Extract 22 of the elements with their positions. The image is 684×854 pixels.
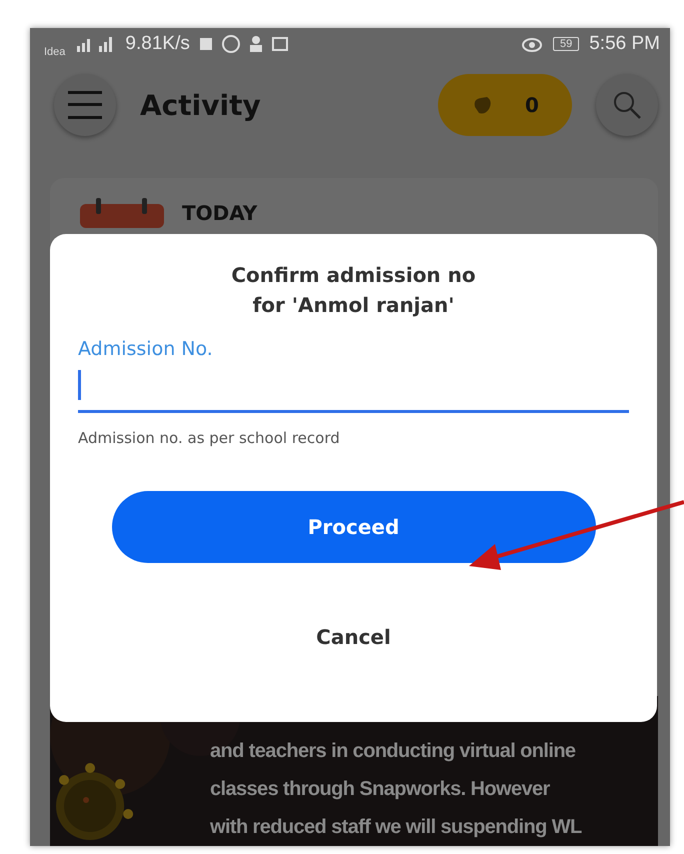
menu-button[interactable] (54, 74, 116, 136)
cancel-button[interactable]: Cancel (300, 617, 407, 657)
search-button[interactable] (596, 74, 658, 136)
dialog-title: Confirm admission no for 'Anmol ranjan' (230, 262, 477, 319)
proceed-button[interactable]: Proceed (112, 491, 596, 563)
banner-text: classes through Snapworks. However (210, 777, 551, 802)
eye-icon (520, 36, 543, 52)
field-label: Admission No. (78, 338, 213, 360)
helper-text: Admission no. as per school record (78, 429, 340, 447)
clock: 5:56 PM (589, 33, 660, 55)
claps-button[interactable]: 0 (438, 74, 572, 136)
page-title: Activity (140, 88, 262, 122)
network-speed: 9.81K/s (125, 33, 190, 55)
battery-level: 59 (552, 37, 580, 51)
square-icon (200, 38, 212, 50)
search-icon (612, 90, 642, 120)
menu-icon (68, 91, 102, 119)
card-title: TODAY (182, 201, 258, 225)
carrier-name: Idea (44, 46, 66, 58)
banner-text: and teachers in conducting virtual online (210, 739, 576, 764)
calendar-icon (80, 198, 164, 228)
banner-text: with reduced staff we will suspending WL (210, 815, 583, 840)
